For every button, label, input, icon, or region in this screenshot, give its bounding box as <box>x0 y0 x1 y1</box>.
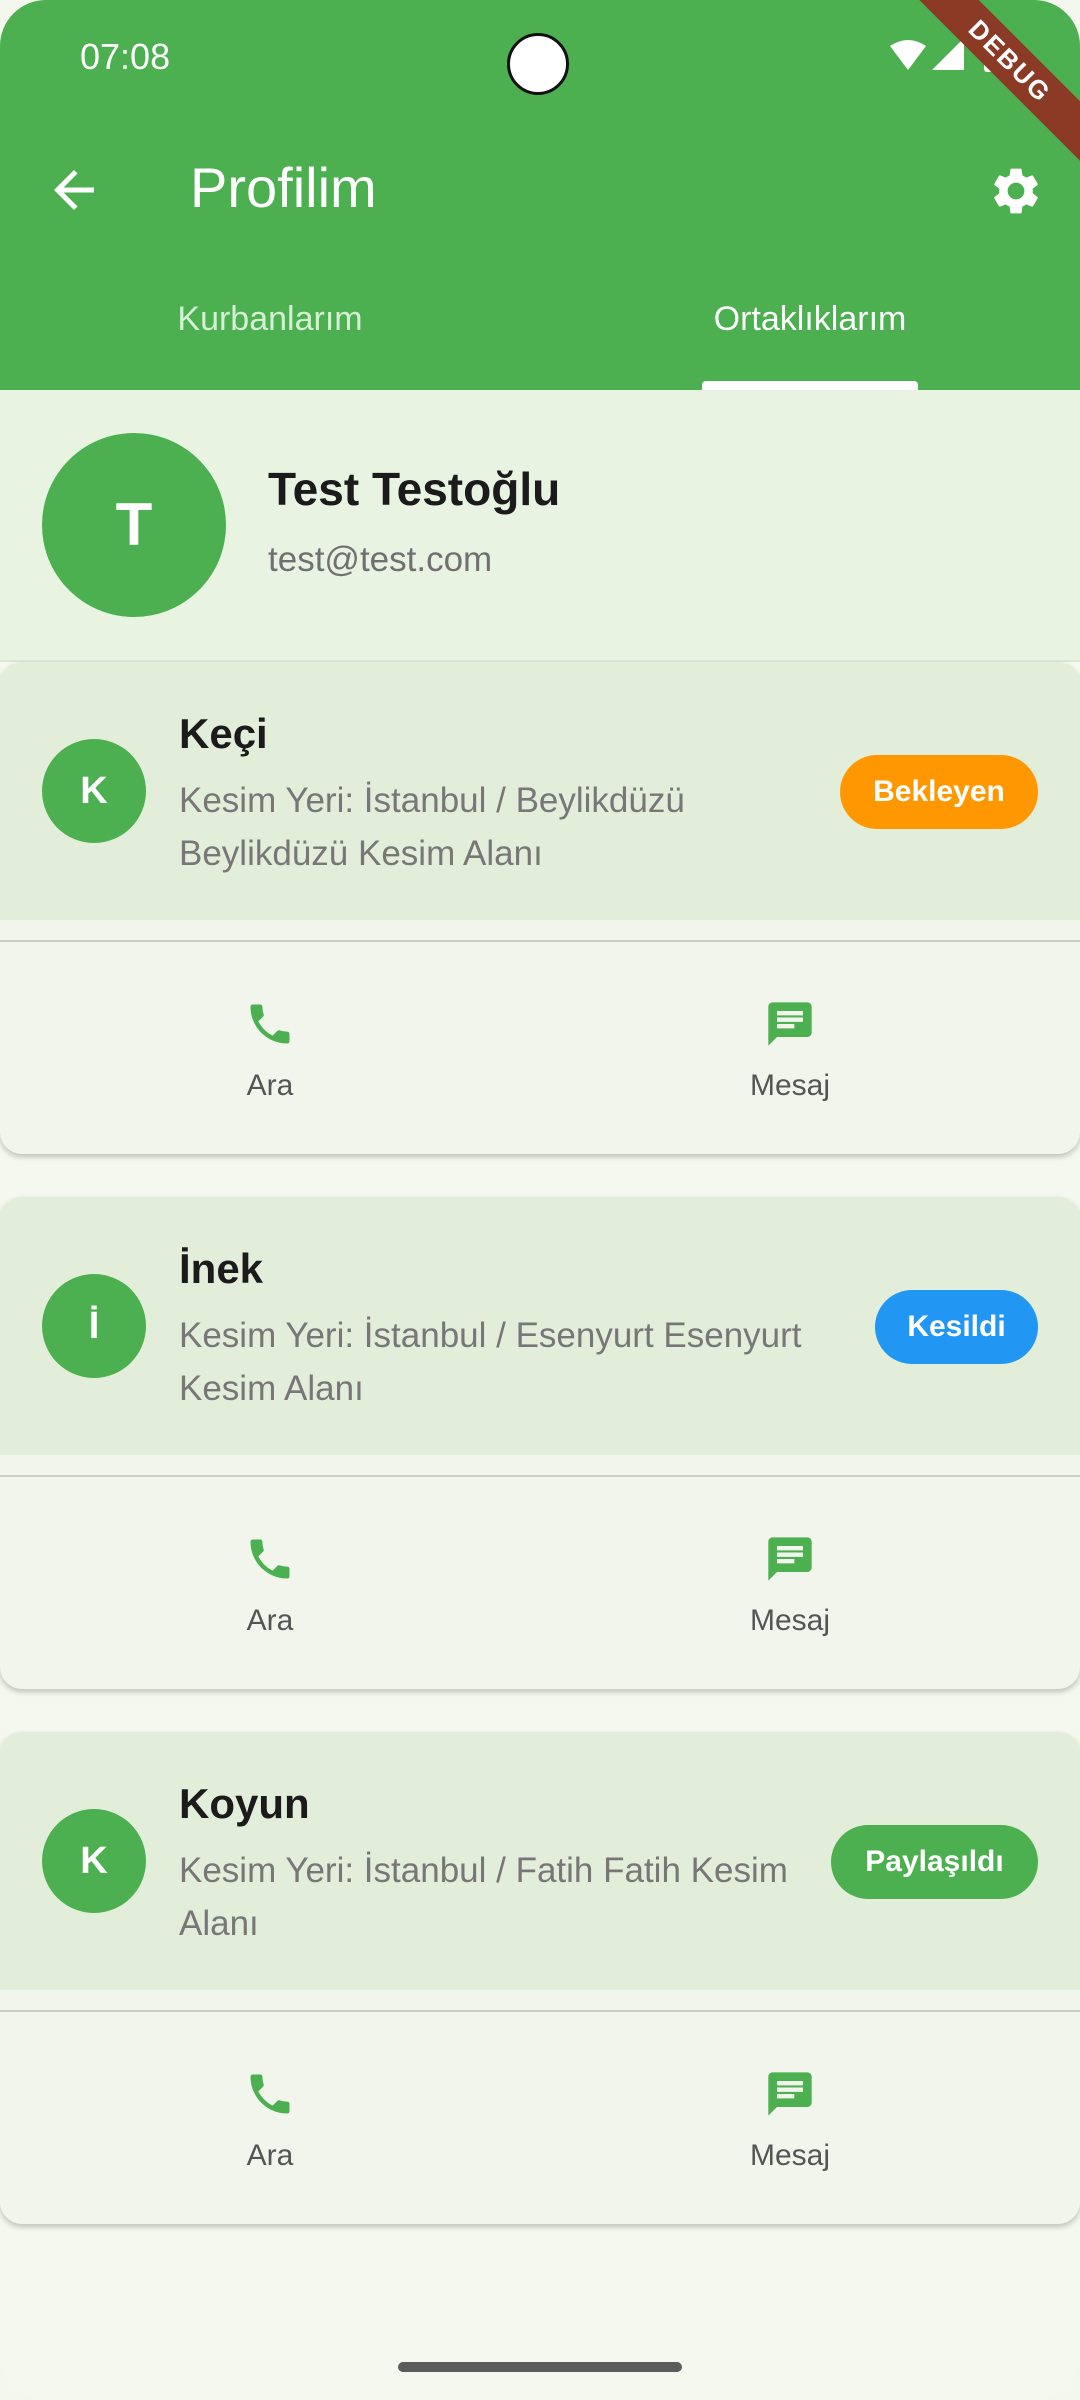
message-icon <box>768 2072 812 2116</box>
divider <box>0 940 1080 942</box>
gear-icon[interactable] <box>988 163 1044 219</box>
app-bar: 07:08 DEBUG Profilim Kurbanlarım Ortaklı… <box>0 0 1080 390</box>
call-button[interactable]: Ara <box>0 1517 540 1637</box>
slaughter-location: Kesim Yeri: İstanbul / Fatih Fatih Kesim… <box>179 1851 788 1943</box>
card-header[interactable]: K Koyun Kesim Yeri: İstanbul / Fatih Fat… <box>0 1732 1080 1990</box>
message-icon <box>768 1537 812 1581</box>
avatar: T <box>42 433 226 617</box>
status-badge: Kesildi <box>875 1290 1038 1364</box>
camera-cutout <box>507 33 569 95</box>
slaughter-location: Kesim Yeri: İstanbul / Beylikdüzü Beylik… <box>179 781 685 873</box>
call-label: Ara <box>246 1069 294 1102</box>
call-button[interactable]: Ara <box>0 982 540 1102</box>
profile-header: T Test Testoğlu test@test.com <box>0 390 1080 662</box>
message-button[interactable]: Mesaj <box>520 2052 1060 2172</box>
partnership-card: K Keçi Kesim Yeri: İstanbul / Beylikdüzü… <box>0 662 1080 1154</box>
tab-ortakliklarim[interactable]: Ortaklıklarım <box>540 300 1080 339</box>
card-header[interactable]: K Keçi Kesim Yeri: İstanbul / Beylikdüzü… <box>0 662 1080 920</box>
slaughter-location: Kesim Yeri: İstanbul / Esenyurt Esenyurt… <box>179 1316 802 1408</box>
screen: 07:08 DEBUG Profilim Kurbanlarım Ortaklı… <box>0 0 1080 2400</box>
animal-avatar: K <box>42 1809 146 1913</box>
call-button[interactable]: Ara <box>0 2052 540 2172</box>
animal-name: Keçi <box>179 710 268 757</box>
call-label: Ara <box>246 2139 294 2172</box>
message-label: Mesaj <box>749 1069 831 1102</box>
home-indicator[interactable] <box>398 2362 682 2372</box>
message-label: Mesaj <box>749 2139 831 2172</box>
divider <box>0 2010 1080 2012</box>
phone-icon <box>250 1004 290 1044</box>
back-arrow-icon[interactable] <box>44 160 104 220</box>
tab-kurbanlarim[interactable]: Kurbanlarım <box>0 300 540 339</box>
signal-icon <box>932 38 964 70</box>
animal-avatar: İ <box>42 1274 146 1378</box>
call-label: Ara <box>246 1604 294 1637</box>
status-badge: Paylaşıldı <box>831 1825 1038 1899</box>
phone-icon <box>250 1539 290 1579</box>
message-button[interactable]: Mesaj <box>520 982 1060 1102</box>
partnership-card: İ İnek Kesim Yeri: İstanbul / Esenyurt E… <box>0 1197 1080 1689</box>
debug-banner: DEBUG <box>896 0 1080 175</box>
animal-name: Koyun <box>179 1780 310 1827</box>
partnership-card: K Koyun Kesim Yeri: İstanbul / Fatih Fat… <box>0 1732 1080 2224</box>
wifi-icon <box>890 40 926 70</box>
page-title: Profilim <box>190 156 377 219</box>
divider <box>0 1475 1080 1477</box>
profile-name: Test Testoğlu <box>268 463 561 515</box>
animal-avatar: K <box>42 739 146 843</box>
animal-name: İnek <box>179 1245 264 1292</box>
phone-icon <box>250 2074 290 2114</box>
message-button[interactable]: Mesaj <box>520 1517 1060 1637</box>
card-header[interactable]: İ İnek Kesim Yeri: İstanbul / Esenyurt E… <box>0 1197 1080 1455</box>
status-time: 07:08 <box>80 36 171 77</box>
profile-email: test@test.com <box>268 540 493 579</box>
tab-indicator <box>702 381 918 390</box>
status-badge: Bekleyen <box>840 755 1038 829</box>
message-icon <box>768 1002 812 1046</box>
message-label: Mesaj <box>749 1604 831 1637</box>
